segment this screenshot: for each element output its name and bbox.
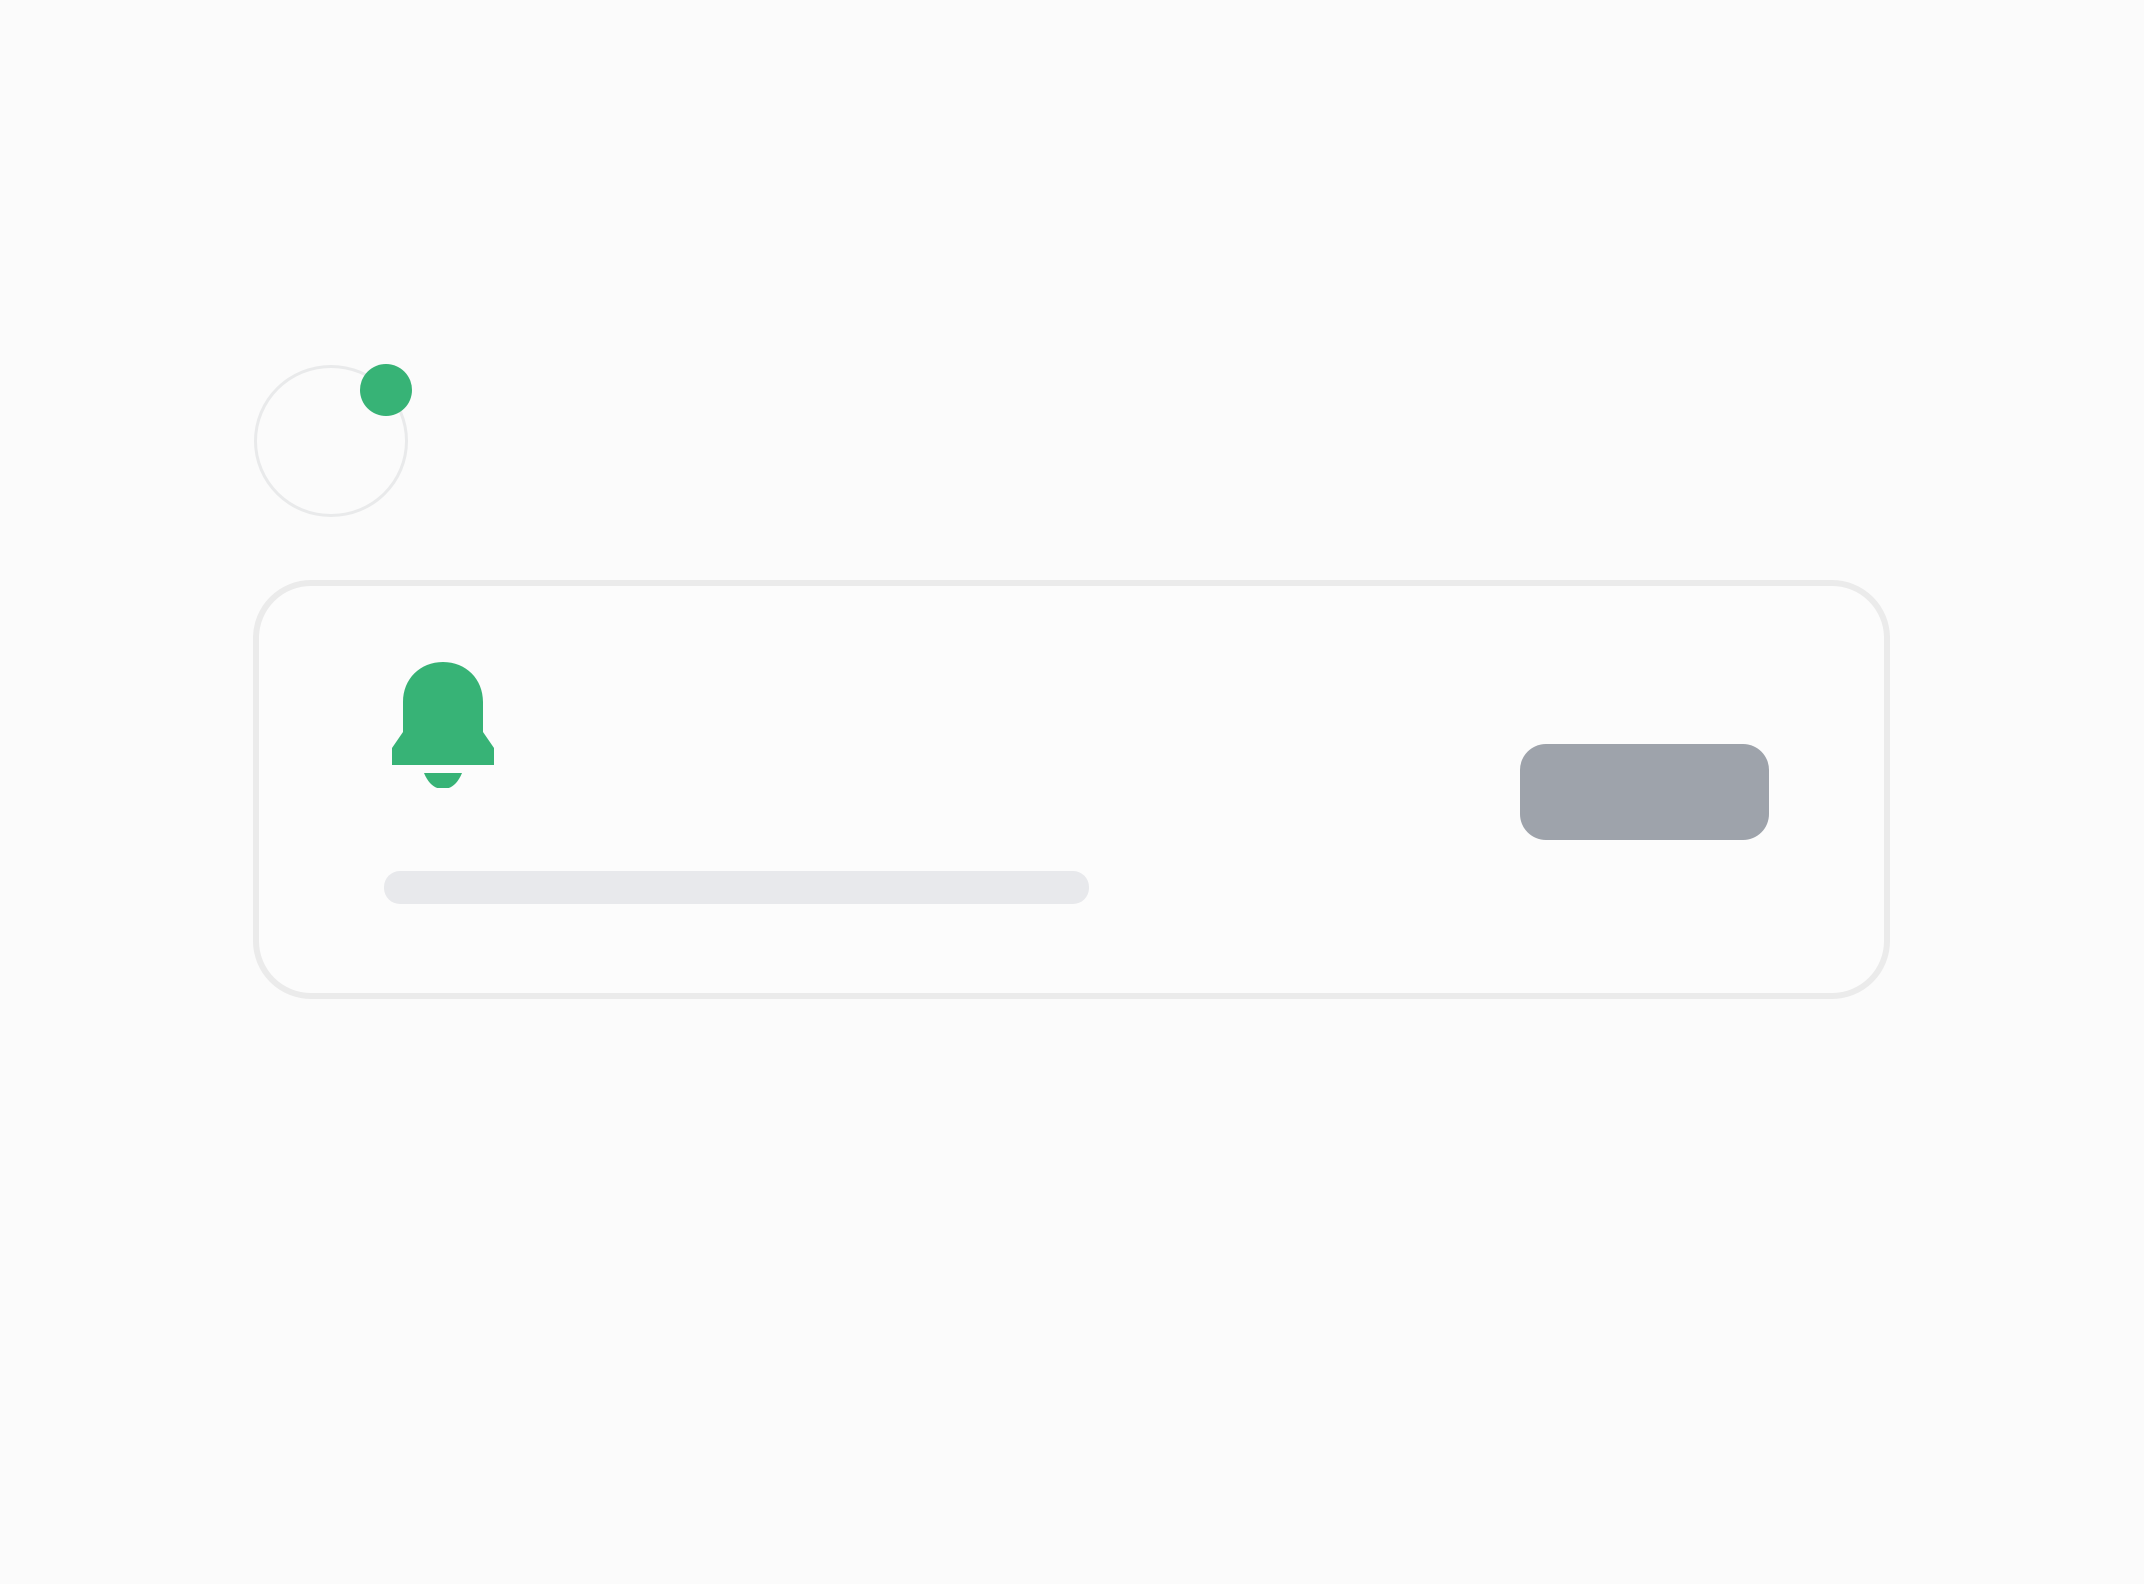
bell-icon [391,662,495,788]
bell-icon-body [392,662,494,765]
bell-icon-clapper [424,773,462,788]
message-placeholder [384,871,1089,904]
action-button[interactable] [1520,744,1769,840]
status-dot [360,364,412,416]
